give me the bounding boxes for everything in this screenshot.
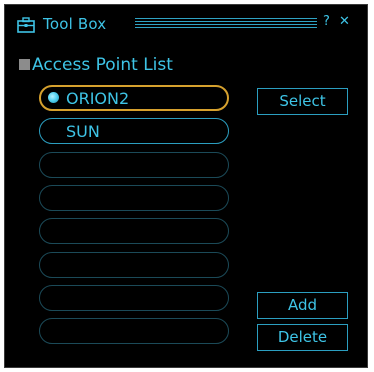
delete-button[interactable]: Delete <box>257 324 348 351</box>
access-point-name: ORION2 <box>66 89 130 108</box>
access-point-slot-empty[interactable] <box>39 318 229 344</box>
title-bar[interactable]: Tool Box ? ✕ <box>5 5 367 43</box>
square-bullet-icon <box>19 59 30 70</box>
access-point-slot-empty[interactable] <box>39 152 229 178</box>
close-icon[interactable]: ✕ <box>339 14 350 29</box>
section-title: Access Point List <box>32 55 173 75</box>
toolbox-window: Tool Box ? ✕ Access Point List ORION2 SUN… <box>4 4 368 368</box>
select-button[interactable]: Select <box>257 88 348 115</box>
access-point-slot-empty[interactable] <box>39 185 229 211</box>
help-icon[interactable]: ? <box>323 14 330 29</box>
window-title: Tool Box <box>43 15 107 33</box>
access-point-slot-empty[interactable] <box>39 218 229 244</box>
access-point-item[interactable]: SUN <box>39 118 229 144</box>
access-point-slot-empty[interactable] <box>39 285 229 311</box>
add-button[interactable]: Add <box>257 292 348 319</box>
access-point-name: SUN <box>66 122 100 141</box>
access-point-slot-empty[interactable] <box>39 252 229 278</box>
toolbox-icon <box>17 17 35 33</box>
title-grip[interactable] <box>135 18 317 30</box>
connected-dot-icon <box>48 92 59 103</box>
access-point-item[interactable]: ORION2 <box>39 85 229 111</box>
